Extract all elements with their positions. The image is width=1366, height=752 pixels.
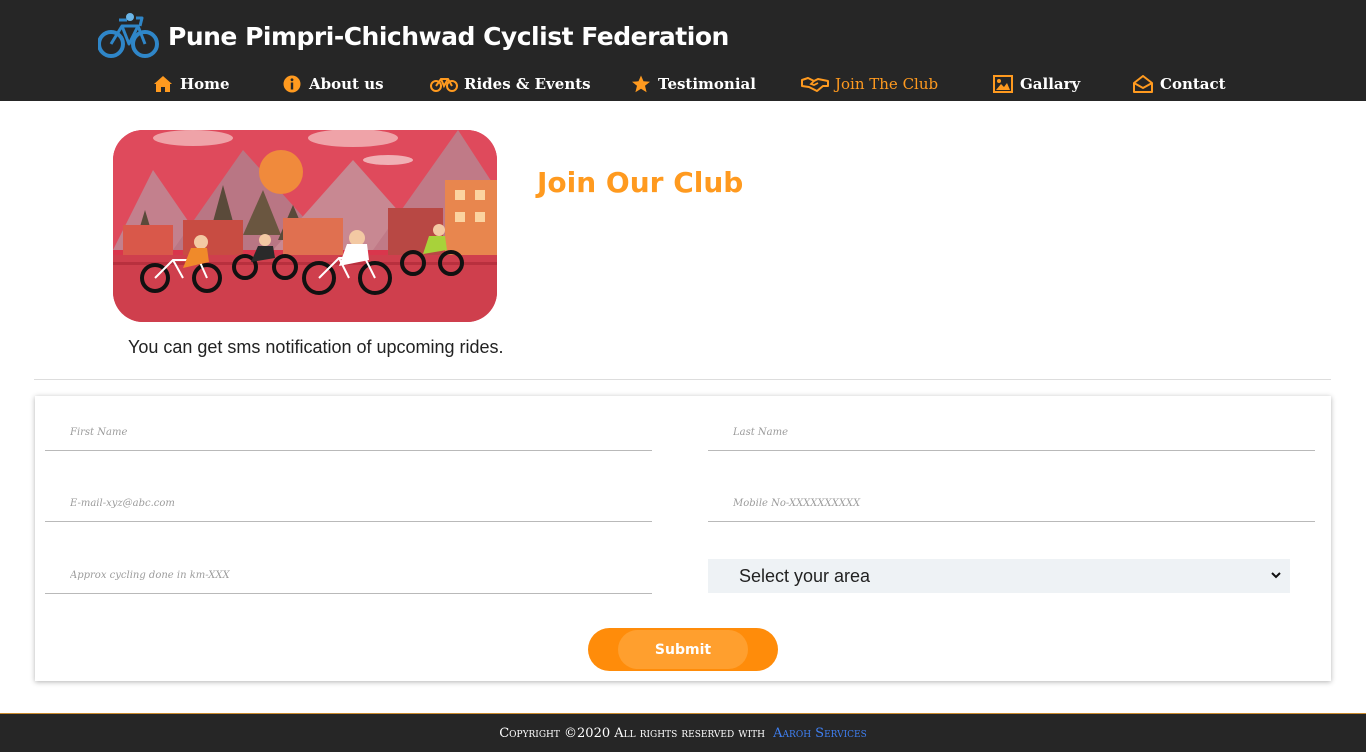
nav-label-home: Home <box>180 75 230 93</box>
submit-button-label: Submit <box>654 641 712 658</box>
nav-item-testimonial[interactable]: Testimonial <box>630 70 756 98</box>
email-input[interactable] <box>45 486 652 522</box>
nav-label-testimonial: Testimonial <box>658 75 756 93</box>
join-form: Select your area Submit <box>35 396 1331 681</box>
footer-credit-link[interactable]: Aaroh Services <box>773 726 867 741</box>
brand[interactable]: Pune Pimpri-Chichwad Cyclist Federation <box>98 10 729 62</box>
mobile-input[interactable] <box>708 486 1315 522</box>
nav-item-home[interactable]: Home <box>152 70 230 98</box>
nav-label-about: About us <box>309 75 384 93</box>
envelope-open-icon <box>1132 74 1154 94</box>
site-header: Pune Pimpri-Chichwad Cyclist Federation … <box>0 0 1366 101</box>
chevron-down-icon <box>1271 572 1281 579</box>
handshake-icon <box>801 74 829 94</box>
nav-label-contact: Contact <box>1160 75 1226 93</box>
cyclists-illustration <box>113 130 497 322</box>
brand-title: Pune Pimpri-Chichwad Cyclist Federation <box>168 21 729 51</box>
hero-subtitle: You can get sms notification of upcoming… <box>128 337 504 357</box>
main-nav: Home About us Rides & Events Testimonial… <box>0 70 1366 98</box>
image-icon <box>992 74 1014 94</box>
home-icon <box>152 74 174 94</box>
bicycle-logo-icon <box>98 13 159 58</box>
info-circle-icon <box>281 74 303 94</box>
nav-item-rides[interactable]: Rides & Events <box>430 70 591 98</box>
cyclists-illustration-graphic <box>113 130 497 322</box>
last-name-input[interactable] <box>708 415 1315 451</box>
first-name-input[interactable] <box>45 415 652 451</box>
cycling-km-input[interactable] <box>45 558 652 594</box>
nav-item-about[interactable]: About us <box>281 70 384 98</box>
submit-button[interactable]: Submit <box>588 628 778 671</box>
area-select-value: Select your area <box>739 565 871 586</box>
page-title: Join Our Club <box>537 166 744 199</box>
footer-copyright: Copyright ©2020 All rights reserved with… <box>499 726 867 741</box>
nav-item-gallery[interactable]: Gallary <box>992 70 1080 98</box>
section-divider <box>34 379 1331 380</box>
star-icon <box>630 74 652 94</box>
nav-label-gallery: Gallary <box>1020 75 1081 93</box>
copyright-text: Copyright ©2020 All rights reserved with <box>499 725 766 741</box>
nav-item-contact[interactable]: Contact <box>1132 70 1226 98</box>
nav-label-rides: Rides & Events <box>464 75 591 93</box>
nav-label-join: Join The Club <box>835 75 939 93</box>
site-footer: Copyright ©2020 All rights reserved with… <box>0 713 1366 752</box>
nav-item-join[interactable]: Join The Club <box>801 70 938 98</box>
bicycle-icon <box>430 74 458 94</box>
area-select[interactable]: Select your area <box>708 559 1290 593</box>
